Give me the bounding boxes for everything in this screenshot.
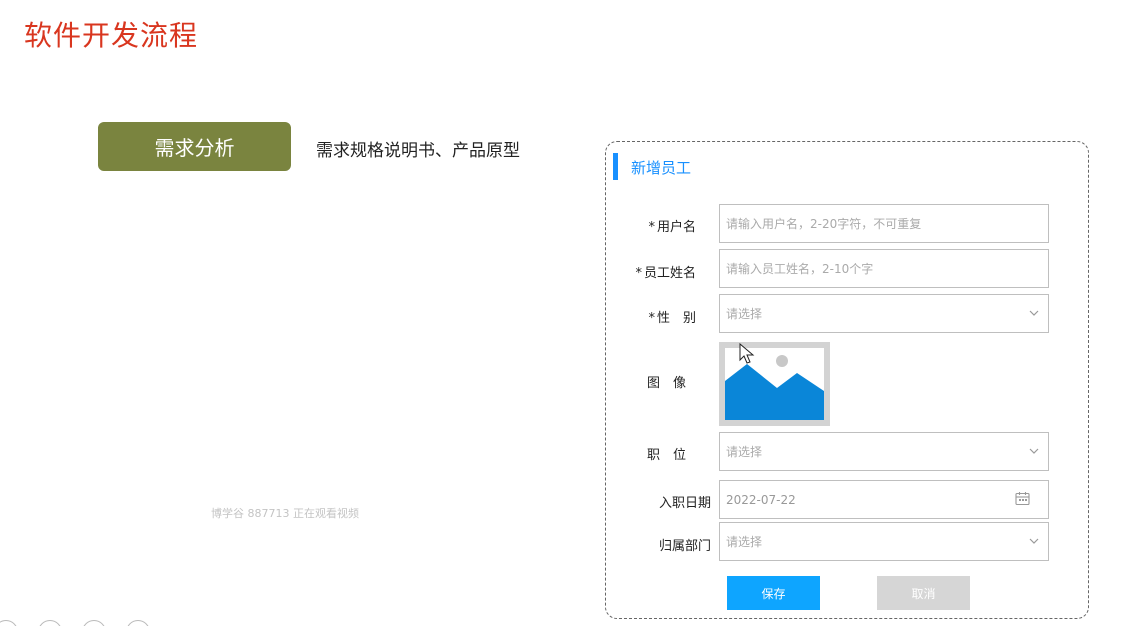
position-placeholder: 请选择	[726, 445, 763, 459]
name-label: * 员工姓名	[616, 262, 696, 281]
chevron-down-icon	[1029, 448, 1039, 454]
mouse-cursor-icon	[739, 343, 755, 364]
employee-name-input[interactable]: 请输入员工姓名，2-10个字	[719, 249, 1049, 288]
step-description: 需求规格说明书、产品原型	[316, 141, 520, 161]
add-employee-form: 新增员工 * 用户名 请输入用户名，2-20字符，不可重复 * 员工姓名 请输入员工…	[605, 141, 1089, 619]
hire-date-picker[interactable]: 2022-07-22	[719, 480, 1049, 519]
calendar-icon[interactable]	[1015, 491, 1030, 506]
username-input[interactable]: 请输入用户名，2-20字符，不可重复	[719, 204, 1049, 243]
page-title: 软件开发流程	[24, 19, 199, 52]
hire-date-label: 入职日期	[658, 496, 711, 511]
form-title: 新增员工	[631, 159, 692, 177]
step-badge: 需求分析	[98, 122, 291, 171]
employee-name-placeholder: 请输入员工姓名，2-10个字	[726, 262, 874, 276]
chevron-down-icon	[1029, 538, 1039, 544]
save-button[interactable]: 保存	[727, 576, 820, 610]
department-select[interactable]: 请选择	[719, 522, 1049, 561]
label-text: 用户名	[656, 220, 696, 235]
nav-dot[interactable]	[126, 620, 150, 626]
chevron-down-icon	[1029, 310, 1039, 316]
watermark: 博学谷 887713 正在观看视频	[211, 507, 359, 520]
position-label: 职 位	[646, 448, 686, 463]
slide-nav-controls[interactable]	[0, 620, 150, 626]
panel-accent-bar	[613, 153, 618, 180]
label-text: 员工姓名	[643, 266, 696, 281]
position-select[interactable]: 请选择	[719, 432, 1049, 471]
label-text: 性 别	[656, 311, 696, 326]
nav-dot[interactable]	[38, 620, 62, 626]
nav-dot[interactable]	[82, 620, 106, 626]
required-mark: *	[648, 311, 655, 326]
gender-select[interactable]: 请选择	[719, 294, 1049, 333]
cancel-button[interactable]: 取消	[877, 576, 970, 610]
department-placeholder: 请选择	[726, 535, 763, 549]
image-label: 图 像	[646, 376, 686, 391]
gender-placeholder: 请选择	[726, 307, 763, 321]
department-label: 归属部门	[658, 539, 711, 554]
required-mark: *	[648, 220, 655, 235]
required-mark: *	[635, 266, 642, 281]
image-upload[interactable]	[719, 342, 830, 426]
hire-date-value: 2022-07-22	[726, 492, 796, 507]
gender-label: * 性 别	[616, 307, 696, 326]
username-label: * 用户名	[616, 216, 696, 235]
username-placeholder: 请输入用户名，2-20字符，不可重复	[726, 217, 922, 231]
nav-dot[interactable]	[0, 620, 18, 626]
